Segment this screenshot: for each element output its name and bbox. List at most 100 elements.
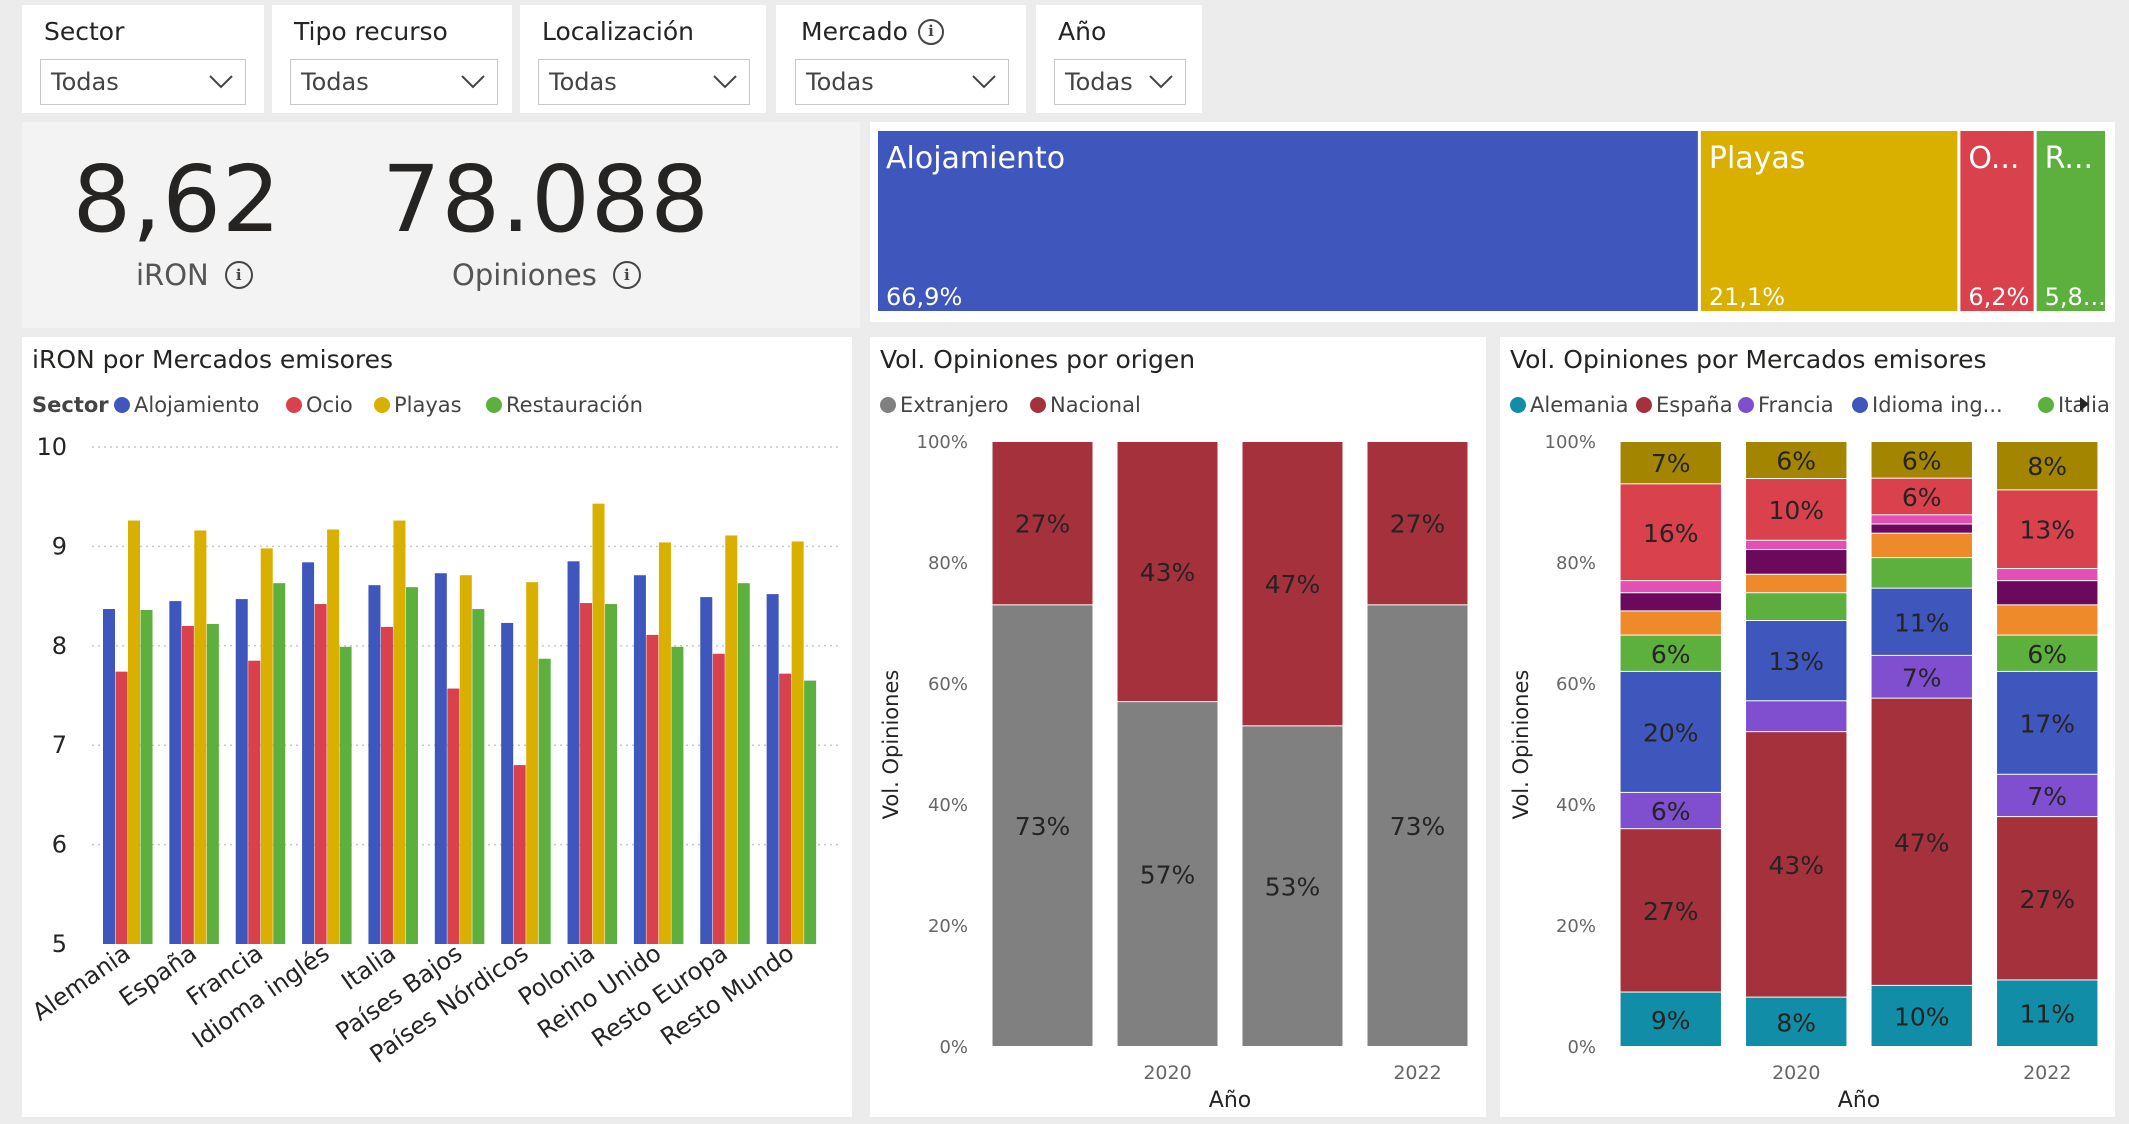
chevron-down-icon [972, 75, 996, 89]
legend-label: España [1656, 393, 1733, 417]
treemap-pct-label: 6,2% [1968, 283, 2029, 311]
bar [567, 561, 580, 944]
legend-marker [1852, 397, 1868, 413]
y-tick-label: 20% [928, 916, 968, 937]
legend-label: Alojamiento [134, 393, 259, 417]
treemap-label: Playas [1709, 141, 1806, 176]
kpi-panel: 8,62 iRON i 78.088 Opiniones i [22, 122, 860, 328]
y-tick-label: 6 [52, 831, 67, 859]
slicer-sector: Sector Todas [22, 5, 264, 113]
legend-label: Ocio [306, 393, 353, 417]
data-label: 73% [1390, 812, 1446, 841]
data-label: 13% [2019, 516, 2075, 545]
data-label: 9% [1651, 1006, 1691, 1035]
data-label: 43% [1768, 851, 1824, 880]
data-label: 27% [2019, 885, 2075, 914]
ano-dropdown[interactable]: Todas [1054, 59, 1186, 105]
bar [128, 520, 140, 944]
slicer-tipo-recurso: Tipo recurso Todas [272, 5, 512, 113]
info-icon[interactable]: i [612, 261, 641, 289]
slicer-ano: Año Todas [1036, 5, 1202, 113]
bar-segment [1746, 574, 1847, 593]
legend-marker [1510, 397, 1526, 413]
bar [804, 680, 817, 944]
legend-title: Sector [32, 393, 109, 417]
data-label: 6% [1902, 483, 1942, 512]
x-tick-label: 2020 [1772, 1062, 1820, 1084]
bar-segment [1997, 605, 2098, 635]
bar [592, 503, 605, 944]
slicer-localizacion: Localización Todas [520, 5, 766, 113]
y-tick-label: 10 [36, 433, 67, 461]
x-tick-label: 2022 [1393, 1062, 1441, 1084]
y-tick-label: 0% [1567, 1037, 1596, 1058]
bar [766, 594, 779, 944]
mercado-dropdown[interactable]: Todas [795, 59, 1009, 105]
data-label: 8% [2027, 452, 2067, 481]
info-icon[interactable]: i [917, 18, 944, 45]
bar [302, 562, 315, 944]
bar [380, 626, 393, 944]
treemap-pct-label: 66,9% [886, 283, 962, 311]
bar-segment [1871, 533, 1972, 558]
treemap-card: Alojamiento 66,9% Playas 21,1% O... 6,2% R... 5… [870, 122, 2115, 322]
opiniones-mercados-chart: AlemaniaEspañaFranciaIdioma ing...Italia… [1509, 393, 2110, 1113]
bar-segment [1997, 581, 2098, 605]
bar [368, 585, 381, 944]
legend-marker [374, 397, 390, 413]
bar [434, 573, 447, 944]
info-icon[interactable]: i [224, 261, 253, 289]
bar [605, 604, 618, 944]
y-axis-label: Vol. Opiniones [1509, 670, 1533, 820]
data-label: 11% [1894, 608, 1950, 637]
legend-marker [1030, 397, 1046, 413]
bar [181, 625, 194, 944]
bar [393, 520, 406, 944]
slicer-title: Tipo recurso [294, 17, 448, 46]
y-tick-label: 60% [1556, 674, 1596, 695]
x-tick-label: 2022 [2023, 1062, 2071, 1084]
data-label: 6% [1651, 797, 1691, 826]
opiniones-kpi-label: Opiniones i [452, 258, 641, 292]
bar-segment [1871, 558, 1972, 588]
data-label: 10% [1768, 496, 1824, 525]
bar [472, 609, 485, 944]
bar-segment [1620, 611, 1721, 635]
y-tick-label: 100% [917, 432, 968, 453]
y-tick-label: 100% [1545, 432, 1596, 453]
legend-label: Alemania [1530, 393, 1628, 417]
slicer-title: Mercado i [801, 17, 944, 46]
y-tick-label: 80% [1556, 553, 1596, 574]
y-tick-label: 5 [52, 930, 67, 958]
bar-segment [1746, 701, 1847, 732]
bar [339, 646, 352, 944]
slicer-title: Localización [542, 17, 695, 46]
bar [260, 548, 273, 944]
y-tick-label: 40% [1556, 795, 1596, 816]
tipo-recurso-dropdown[interactable]: Todas [290, 59, 498, 105]
data-label: 7% [1651, 449, 1691, 478]
data-label: 10% [1894, 1002, 1950, 1031]
bar [459, 575, 472, 944]
legend-marker [486, 397, 502, 413]
bar [314, 604, 327, 944]
data-label: 27% [1643, 897, 1699, 926]
bar-segment [1620, 593, 1721, 611]
treemap-pct-label: 21,1% [1709, 283, 1785, 311]
bar [248, 660, 261, 944]
opiniones-origen-card: Vol. Opiniones por origen Extranjero Naci… [870, 337, 1486, 1117]
bar [194, 530, 207, 944]
data-label: 43% [1140, 558, 1196, 587]
legend-marker [114, 397, 130, 413]
x-axis-label: Año [1838, 1088, 1880, 1113]
slicer-mercado: Mercado i Todas [776, 5, 1026, 113]
chevron-down-icon [209, 75, 233, 89]
y-axis-label: Vol. Opiniones [879, 670, 903, 820]
iron-kpi-label: iRON i [136, 258, 253, 292]
bar [633, 575, 646, 944]
legend-marker [1636, 397, 1652, 413]
legend-label: Francia [1758, 393, 1834, 417]
bar [700, 597, 713, 944]
sector-dropdown[interactable]: Todas [40, 59, 246, 105]
localizacion-dropdown[interactable]: Todas [538, 59, 750, 105]
